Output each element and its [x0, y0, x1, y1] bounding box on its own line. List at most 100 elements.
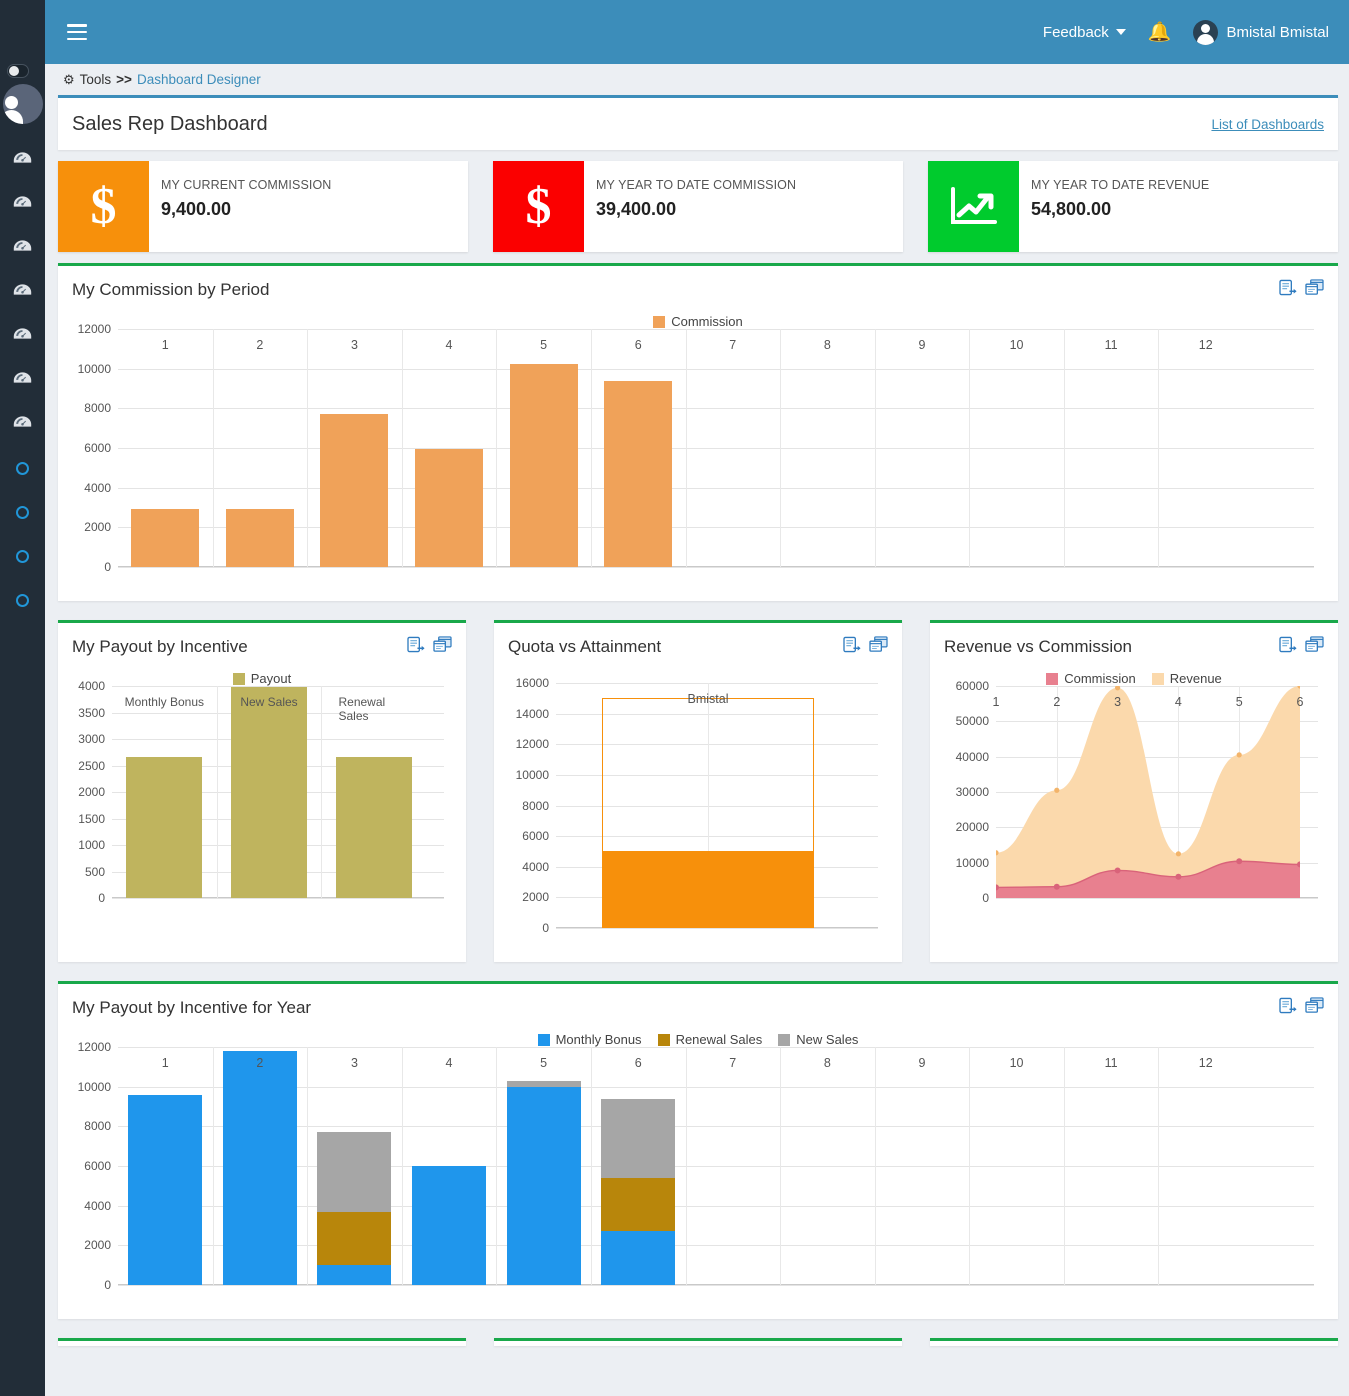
bar-commission-1[interactable]	[131, 508, 200, 567]
y-axis-tick: 16000	[515, 676, 549, 690]
feedback-dropdown[interactable]: Feedback	[1043, 24, 1126, 41]
sidebar-item-9[interactable]	[0, 490, 45, 534]
legend-item: New Sales	[778, 1032, 858, 1047]
sidebar-item-7[interactable]	[0, 402, 45, 446]
chart-legend: Payout	[68, 671, 456, 686]
y-axis-tick: 500	[84, 864, 105, 879]
menu-hamburger-icon[interactable]	[67, 24, 87, 40]
bar-commission-3[interactable]	[320, 414, 389, 567]
bar-new-sales-5[interactable]	[506, 1080, 581, 1087]
sidebar-item-5[interactable]	[0, 314, 45, 358]
sidebar-item-3[interactable]	[0, 226, 45, 270]
panel-bottom-3	[930, 1338, 1338, 1346]
sidebar-item-2[interactable]	[0, 182, 45, 226]
page-title: Sales Rep Dashboard	[72, 112, 268, 135]
bell-icon[interactable]: 🔔	[1148, 23, 1172, 42]
bar-renewal-sales-6[interactable]	[601, 1177, 676, 1232]
panel-revenue-vs-commission: Revenue vs Commission Commission Revenue 0 1…	[930, 620, 1338, 962]
list-of-dashboards-link[interactable]: List of Dashboards	[1211, 117, 1324, 132]
y-axis-tick: 2000	[84, 520, 111, 535]
x-axis-tick: 4	[445, 338, 453, 352]
export-report-icon	[1279, 997, 1297, 1014]
y-axis-tick: 0	[104, 1278, 111, 1292]
export-report-button[interactable]	[1279, 279, 1298, 301]
panel-commission-by-period: My Commission by Period Commission 0 2000 40…	[58, 263, 1338, 601]
y-axis-tick: 3500	[78, 705, 105, 720]
bar-commission-4[interactable]	[415, 449, 484, 567]
kpi-label: MY YEAR TO DATE COMMISSION	[596, 178, 797, 192]
sidebar-item-11[interactable]	[0, 578, 45, 622]
panel-header: Revenue vs Commission	[930, 623, 1338, 671]
export-report-button[interactable]	[1279, 997, 1298, 1019]
y-axis-tick: 1000	[78, 838, 105, 852]
export-report-button[interactable]	[843, 636, 862, 658]
bar-monthly-bonus-4[interactable]	[412, 1166, 487, 1285]
circle-icon	[16, 505, 29, 519]
open-in-window-icon	[869, 636, 888, 652]
breadcrumb-current[interactable]: Dashboard Designer	[137, 72, 261, 87]
sidebar-item-4[interactable]	[0, 270, 45, 314]
gauge-icon	[13, 371, 32, 389]
panel-payout-by-incentive: My Payout by Incentive Payout 0 500 1000 1500…	[58, 620, 466, 962]
bar-monthly-bonus-6[interactable]	[601, 1231, 676, 1285]
sidebar-item-8[interactable]	[0, 446, 45, 490]
bar-new-sales-3[interactable]	[317, 1132, 392, 1212]
y-axis-tick: 3000	[78, 732, 105, 746]
panel-bottom-1	[58, 1338, 466, 1346]
bar-monthly-bonus-3[interactable]	[317, 1265, 392, 1285]
open-in-window-button[interactable]	[1305, 279, 1324, 301]
legend-label: Revenue	[1169, 671, 1222, 686]
x-axis-tick: 1	[161, 338, 169, 352]
y-axis-tick: 6000	[522, 829, 549, 844]
sidebar-collapse-toggle[interactable]	[6, 64, 29, 78]
sidebar-item-6[interactable]	[0, 358, 45, 402]
gauge-icon	[13, 415, 32, 433]
y-axis-tick: 0	[98, 891, 105, 905]
x-axis-tick: 8	[823, 1056, 831, 1070]
bar-new-sales-6[interactable]	[601, 1098, 676, 1178]
gauge-icon	[13, 239, 32, 257]
bar-monthly-bonus-1[interactable]	[128, 1094, 203, 1285]
sidebar-item-10[interactable]	[0, 534, 45, 578]
x-axis-tick: 12	[1198, 1056, 1213, 1070]
export-report-icon	[1279, 279, 1297, 296]
user-menu[interactable]: Bmistal Bmistal	[1193, 19, 1329, 45]
open-in-window-button[interactable]	[1305, 636, 1324, 658]
area-chart-svg	[996, 686, 1300, 898]
y-axis-tick: 2500	[78, 758, 105, 773]
open-in-window-button[interactable]	[869, 636, 888, 658]
plot-area: 0 2000 4000 6000 8000 10000 12000 1 2 3 4 5 6 7 8 9 10 11…	[78, 322, 1314, 574]
breadcrumb-root[interactable]: Tools	[80, 72, 112, 87]
x-axis-tick: 7	[729, 1056, 737, 1070]
x-axis-tick: 11	[1104, 338, 1118, 352]
sidebar-avatar[interactable]	[2, 84, 43, 124]
sidebar-item-1[interactable]	[0, 138, 45, 182]
x-axis-tick: 1	[161, 1056, 169, 1070]
bar-monthly-bonus[interactable]	[126, 756, 203, 898]
panel-row-bottom	[58, 1338, 1338, 1346]
x-axis-tick: Renewal Sales	[338, 695, 386, 723]
legend-swatch	[232, 672, 245, 685]
y-axis-tick: 10000	[955, 855, 989, 870]
page-title-panel: Sales Rep Dashboard List of Dashboards	[58, 95, 1338, 150]
bar-commission-6[interactable]	[604, 380, 673, 567]
bar-attainment[interactable]	[601, 851, 815, 928]
bar-renewal-sales-3[interactable]	[317, 1211, 392, 1266]
bar-renewal-sales[interactable]	[335, 756, 412, 898]
legend-item: Payout	[232, 671, 292, 686]
export-report-button[interactable]	[407, 636, 426, 658]
legend-label: Payout	[250, 671, 292, 686]
y-axis-tick: 2000	[84, 1238, 111, 1253]
open-in-window-button[interactable]	[433, 636, 452, 658]
open-in-window-button[interactable]	[1305, 997, 1324, 1019]
export-report-button[interactable]	[1279, 636, 1298, 658]
bar-commission-2[interactable]	[225, 508, 294, 567]
y-axis-tick: 6000	[84, 1159, 111, 1173]
bar-commission-5[interactable]	[509, 363, 578, 567]
x-axis-tick: 6	[634, 338, 642, 352]
chart-legend: Commission	[70, 314, 1326, 329]
panel-bottom-2	[494, 1338, 902, 1346]
bar-monthly-bonus-2[interactable]	[222, 1050, 297, 1285]
bar-new-sales[interactable]	[231, 686, 307, 898]
bar-monthly-bonus-5[interactable]	[506, 1086, 581, 1285]
